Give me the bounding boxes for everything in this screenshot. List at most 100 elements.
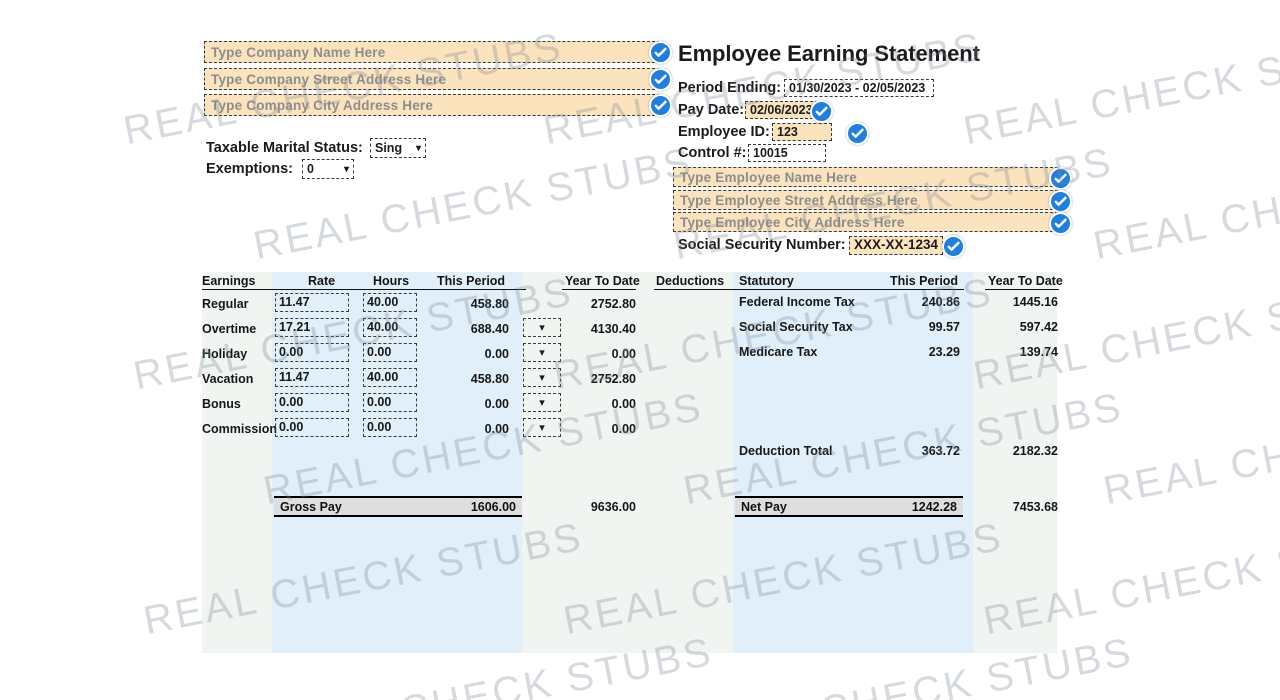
earnings-hours-input[interactable]: 40.00 [363,293,417,312]
earnings-header-this-period: This Period [437,274,506,288]
deduction-this-period-value: 99.57 [928,320,960,334]
earnings-rate-input[interactable]: 11.47 [275,368,349,387]
earnings-rate-input[interactable]: 0.00 [275,418,349,437]
net-pay-bar: Net Pay 1242.28 [735,496,963,517]
marital-status-value: Sing [375,141,403,155]
earnings-rate-input[interactable]: 0.00 [275,393,349,412]
company-street-field[interactable]: Type Company Street Address Here [204,68,660,90]
earnings-ytd-value: 2752.80 [590,297,636,311]
period-ending-label: Period Ending: [678,80,782,96]
exemptions-select[interactable]: 0 ▾ [302,159,354,179]
earnings-header-ytd: Year To Date [565,274,640,288]
employee-id-field[interactable]: 123 [772,123,832,141]
earnings-this-period-value: 688.40 [470,322,509,336]
page-title: Employee Earning Statement [678,41,980,66]
company-city-verified-icon[interactable] [649,94,672,117]
earnings-row-label: Overtime [202,322,257,336]
deductions-header-this-period: This Period [890,274,959,288]
company-city-field[interactable]: Type Company City Address Here [204,94,660,116]
earnings-row-label: Holiday [202,347,248,361]
deductions-header-ytd: Year To Date [988,274,1063,288]
company-name-field[interactable]: Type Company Name Here [204,41,660,63]
earnings-row-label: Bonus [202,397,241,411]
deductions-header-deductions: Deductions [656,274,725,288]
employee-name-field[interactable]: Type Employee Name Here [673,167,1058,187]
employee-city-field[interactable]: Type Employee City Address Here [673,212,1058,232]
employee-city-verified-icon[interactable] [1049,212,1072,235]
net-pay-ytd: 7453.68 [1012,500,1058,514]
chevron-down-icon: ▾ [343,163,349,175]
deduction-row-label: Medicare Tax [739,345,818,359]
exemptions-value: 0 [307,162,314,176]
earnings-hours-input[interactable]: 0.00 [363,343,417,362]
pay-date-label: Pay Date: [678,102,745,118]
ssn-verified-icon[interactable] [942,235,965,258]
gross-pay-ytd: 9636.00 [590,500,636,514]
ssn-label: Social Security Number: [678,237,846,253]
paystub-document: Type Company Name Here Type Company Stre… [0,0,1280,700]
deductions-header-rule [654,289,964,290]
earnings-hours-input[interactable]: 0.00 [363,418,417,437]
employee-id-verified-icon[interactable] [846,122,869,145]
earnings-rate-input[interactable]: 0.00 [275,343,349,362]
chevron-down-icon: ▾ [415,142,421,154]
deduction-ytd-value: 139.74 [1019,345,1058,359]
gross-pay-bar: Gross Pay 1606.00 [274,496,522,517]
deduction-total-this-period: 363.72 [921,444,960,458]
watermark-text: REAL CHECK STUBS [1090,140,1280,269]
taxable-marital-status-label: Taxable Marital Status: [206,140,363,156]
marital-status-select[interactable]: Sing ▾ [370,138,426,158]
period-ending-field[interactable]: 01/30/2023 - 02/05/2023 [784,79,934,97]
pay-date-verified-icon[interactable] [810,100,833,123]
gross-pay-label: Gross Pay [280,500,342,514]
chevron-down-icon: ▾ [539,422,545,434]
chevron-down-icon: ▾ [539,322,545,334]
deductions-label-column-shade [650,272,733,653]
earnings-ytd-value: 0.00 [611,347,636,361]
chevron-down-icon: ▾ [539,397,545,409]
employee-id-label: Employee ID: [678,124,770,140]
deduction-this-period-value: 240.86 [921,295,960,309]
deduction-ytd-value: 597.42 [1019,320,1058,334]
employee-name-verified-icon[interactable] [1049,167,1072,190]
company-street-verified-icon[interactable] [649,68,672,91]
chevron-down-icon: ▾ [539,372,545,384]
gross-pay-this-period: 1606.00 [470,500,516,514]
deduction-row-label: Social Security Tax [739,320,853,334]
earnings-rate-input[interactable]: 17.21 [275,318,349,337]
earnings-header-rule [202,289,526,290]
earnings-ytd-value: 2752.80 [590,372,636,386]
chevron-down-icon: ▾ [539,347,545,359]
control-number-label: Control #: [678,145,747,161]
earnings-this-period-value: 0.00 [484,422,509,436]
ssn-field[interactable]: XXX-XX-1234 [849,236,943,255]
earnings-ytd-value: 0.00 [611,397,636,411]
exemptions-label: Exemptions: [206,161,294,177]
earnings-ytd-header-rule [562,289,636,290]
company-name-verified-icon[interactable] [649,41,672,64]
earnings-this-period-value: 458.80 [470,297,509,311]
earnings-row-label: Vacation [202,372,254,386]
earnings-header-rate: Rate [308,274,336,288]
deductions-ytd-header-rule [985,289,1059,290]
earnings-this-period-value: 0.00 [484,397,509,411]
watermark-text: REAL CHECK STUBS [1100,385,1280,514]
earnings-ytd-value: 4130.40 [590,322,636,336]
earnings-row-label: Regular [202,297,249,311]
earnings-rate-input[interactable]: 11.47 [275,293,349,312]
earnings-hours-input[interactable]: 0.00 [363,393,417,412]
earnings-header-hours: Hours [373,274,410,288]
employee-street-field[interactable]: Type Employee Street Address Here [673,190,1058,210]
deduction-this-period-value: 23.29 [928,345,960,359]
control-number-field[interactable]: 10015 [748,144,826,162]
earnings-row-label: Commission [202,422,278,436]
earnings-hours-input[interactable]: 40.00 [363,368,417,387]
earnings-this-period-value: 458.80 [470,372,509,386]
employee-street-verified-icon[interactable] [1049,190,1072,213]
deduction-row-label: Federal Income Tax [739,295,855,309]
earnings-hours-input[interactable]: 40.00 [363,318,417,337]
deduction-total-label: Deduction Total [739,444,833,458]
net-pay-this-period: 1242.28 [911,500,957,514]
deduction-total-ytd: 2182.32 [1012,444,1058,458]
deductions-header-statutory: Statutory [739,274,794,288]
